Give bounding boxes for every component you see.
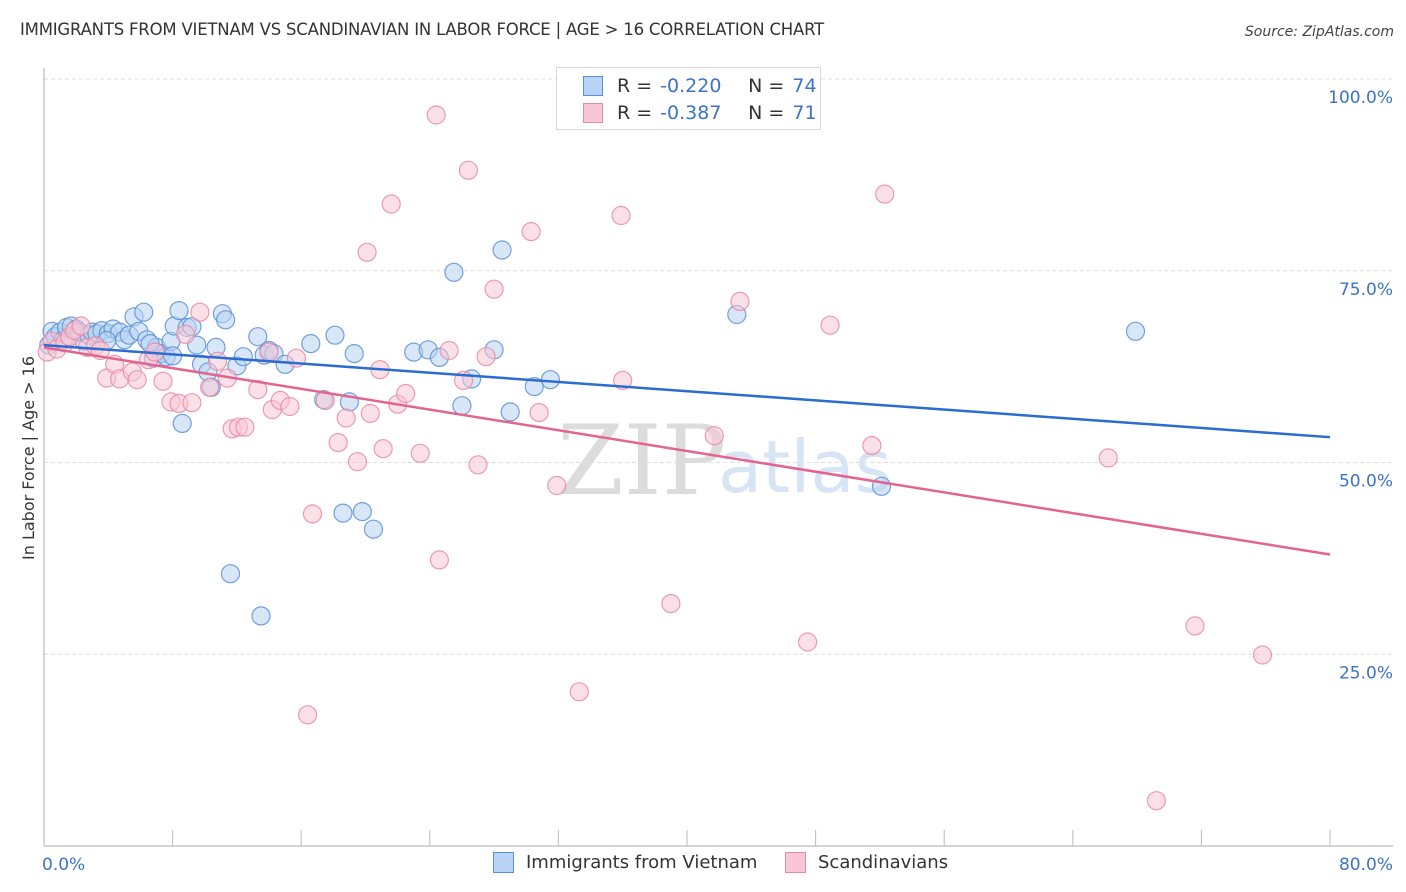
scandinavian-point xyxy=(521,222,541,242)
scandinavian-point xyxy=(458,160,478,180)
legend-row-vietnam: R = -0.220 N = 74 xyxy=(583,73,817,99)
x-tick-label-max: 80.0% xyxy=(1339,855,1393,875)
scandinavian-point xyxy=(569,682,589,702)
watermark-atlas: atlas xyxy=(718,425,892,509)
vietnam-point xyxy=(871,476,892,496)
scandinavian-point xyxy=(439,340,459,361)
vietnam-point xyxy=(333,503,353,523)
scandinavian-point xyxy=(797,632,818,652)
scandinavian-point xyxy=(336,408,356,428)
scandinavian-point xyxy=(1252,645,1273,665)
bottom-legend-swatch-pink xyxy=(785,852,806,873)
scandinavian-point xyxy=(1146,791,1167,811)
legend-swatch-blue xyxy=(583,76,603,96)
scandinavian-point xyxy=(547,475,567,496)
vietnam-point xyxy=(134,302,154,322)
y-tick-label: 50.0% xyxy=(1339,472,1393,492)
scandinavian-point xyxy=(529,403,549,423)
scandinavian-point xyxy=(153,371,173,391)
vietnam-point xyxy=(301,334,321,354)
scandinavian-point xyxy=(410,443,430,463)
scandinavian-point xyxy=(426,105,446,125)
vietnam-point xyxy=(1125,321,1146,341)
vietnam-point xyxy=(216,310,236,330)
vietnam-point xyxy=(352,502,372,522)
watermark-zip: ZIP xyxy=(557,405,726,517)
scandinavian-point xyxy=(360,403,380,423)
scandinavian-point xyxy=(429,550,449,570)
legend-r-value: -0.220 xyxy=(660,75,722,97)
scandinavian-point xyxy=(862,436,882,456)
bottom-legend-label-vietnam: Immigrants from Vietnam xyxy=(526,852,758,873)
vietnam-point xyxy=(500,402,520,422)
scandinavian-point xyxy=(302,504,323,524)
vietnam-point xyxy=(220,564,241,584)
trend-lines xyxy=(43,343,1331,556)
legend-n-label: N = xyxy=(748,75,785,97)
scandinavian-point xyxy=(280,396,300,417)
bottom-legend-swatch-blue xyxy=(493,852,514,873)
scandinavian-point xyxy=(704,426,724,446)
y-tick-label: 100.0% xyxy=(1328,88,1393,108)
scandinavian-point xyxy=(468,455,488,475)
scandinavian-point xyxy=(1185,616,1205,636)
scandinavian-point xyxy=(875,184,895,204)
legend-r-label: R = xyxy=(617,75,653,97)
legend-n-value: 71 xyxy=(792,102,817,124)
y-tick-label: 25.0% xyxy=(1339,663,1393,683)
bottom-legend-vietnam: Immigrants from Vietnam xyxy=(493,852,757,873)
scandinavian-point xyxy=(190,302,210,322)
vietnam-point xyxy=(363,519,384,539)
scandinavian-point xyxy=(182,393,202,413)
scandinavian-point xyxy=(71,316,91,336)
vietnam-point xyxy=(251,606,271,626)
scatter-chart: ZIP atlas 25.0% 50.0% 75.0% 100.0% 0.0% 80.0%… xyxy=(19,68,1393,875)
scandinavian-point xyxy=(235,417,255,437)
legend-row-scandinavian: R = -0.387 N = 71 xyxy=(583,100,817,126)
scandinavian-point xyxy=(396,383,416,404)
scandinavian-point xyxy=(347,452,368,472)
scandinavian-point xyxy=(200,377,220,397)
correlation-legend: R = -0.220 N = 74 R = -0.387 N = 71 xyxy=(556,67,821,130)
watermark: ZIP atlas xyxy=(557,405,892,517)
vietnam-point xyxy=(492,240,512,260)
scandinavian-point xyxy=(208,351,228,371)
legend-swatch-pink xyxy=(583,103,603,123)
vietnam-point xyxy=(172,413,192,433)
scandinavian-point xyxy=(381,194,401,214)
scandinavian-point xyxy=(373,439,393,459)
vietnam-point xyxy=(344,344,364,364)
x-tick-label-min: 0.0% xyxy=(42,855,85,875)
vietnam-point xyxy=(444,262,464,282)
vietnam-point xyxy=(452,396,472,416)
vietnam-point xyxy=(169,301,189,321)
scandinavian-point xyxy=(357,242,377,262)
trend-line-scandinavian xyxy=(43,346,1331,556)
scandinavian-point xyxy=(1098,448,1118,468)
legend-r-label: R = xyxy=(617,102,653,124)
scandinavian-point xyxy=(127,370,147,390)
bottom-legend-label-scandinavian: Scandinavians xyxy=(818,852,949,873)
scandinavian-point xyxy=(730,291,750,311)
scandinavian-point xyxy=(820,315,840,335)
scandinavian-point xyxy=(476,347,496,367)
y-tick-label: 75.0% xyxy=(1339,280,1393,300)
vietnam-point xyxy=(325,325,345,345)
scandinavian-point xyxy=(175,324,196,344)
legend-n-value: 74 xyxy=(792,75,817,97)
bottom-legend-scandinavian: Scandinavians xyxy=(785,852,948,873)
scandinavian-point xyxy=(298,705,318,725)
scandinavian-point xyxy=(611,205,631,226)
legend-n-label: N = xyxy=(748,102,785,124)
scandinavian-point xyxy=(328,433,348,453)
scandinavian-point xyxy=(484,279,504,299)
scandinavian-point xyxy=(661,593,681,614)
legend-r-value: -0.387 xyxy=(660,102,722,124)
vietnam-point xyxy=(233,347,253,367)
y-axis-label: In Labor Force | Age > 16 xyxy=(19,356,38,560)
scandinavian-point xyxy=(259,342,279,362)
